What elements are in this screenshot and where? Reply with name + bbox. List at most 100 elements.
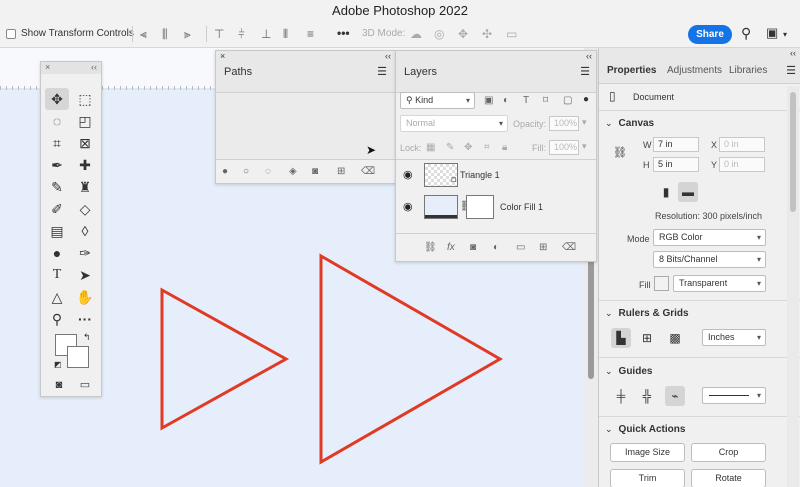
panel-menu-icon[interactable]: ☰ — [580, 65, 590, 78]
quick-mask-icon[interactable]: ◙ — [47, 374, 71, 396]
load-selection-icon[interactable]: ◌ — [265, 166, 271, 178]
layer-row[interactable]: ◉ ⌑ Triangle 1 — [396, 160, 596, 191]
dodge-tool-icon[interactable]: ● — [45, 242, 69, 264]
tools-panel-header[interactable]: × ‹‹ — [41, 62, 101, 74]
layer-row[interactable]: ◉ ⛓ Color Fill 1 — [396, 192, 596, 223]
close-icon[interactable]: × — [45, 62, 50, 72]
align-middle-icon[interactable]: ⫩ — [238, 28, 245, 40]
fill-field[interactable]: 100% — [549, 140, 579, 155]
type-filter-icon[interactable]: T — [523, 95, 529, 107]
fill-select[interactable]: Transparent ▾ — [673, 275, 766, 292]
search-icon[interactable]: ⚲ — [741, 26, 751, 40]
image-size-button[interactable]: Image Size — [610, 443, 685, 462]
trash-icon[interactable]: ⌫ — [562, 242, 576, 254]
new-path-icon[interactable]: ⊞ — [337, 166, 345, 178]
chevron-down-icon[interactable]: ▾ — [783, 29, 787, 41]
link-proportions-icon[interactable]: ⛓ — [613, 146, 627, 159]
x-field[interactable]: 0 in — [719, 137, 765, 152]
panel-menu-icon[interactable]: ☰ — [786, 64, 796, 77]
filter-toggle-icon[interactable]: ● — [583, 94, 589, 106]
zoom-tool-icon[interactable]: ⚲ — [45, 308, 69, 330]
chevron-down-icon[interactable]: ▾ — [582, 117, 587, 128]
show-transform-checkbox[interactable] — [6, 29, 16, 39]
blend-mode-select[interactable]: Normal ▾ — [400, 115, 508, 132]
properties-scrollbar[interactable] — [787, 86, 799, 487]
guide-style-select[interactable]: ▾ — [702, 387, 766, 404]
hand-tool-icon[interactable]: ✋ — [73, 286, 97, 308]
crop-button[interactable]: Crop — [691, 443, 766, 462]
make-workpath-icon[interactable]: ◈ — [289, 166, 297, 178]
new-layer-icon[interactable]: ⊞ — [539, 242, 547, 254]
align-left-icon[interactable]: ⫷ — [140, 28, 147, 40]
share-button[interactable]: Share — [688, 25, 732, 44]
fx-icon[interactable]: fx — [447, 242, 455, 254]
eyedropper-tool-icon[interactable]: ✒ — [45, 154, 69, 176]
smart-guides-icon[interactable]: ⌁ — [665, 386, 685, 406]
align-bottom-icon[interactable]: ⊥ — [261, 28, 271, 40]
type-tool-icon[interactable]: T — [45, 264, 69, 286]
pen-tool-icon[interactable]: ✑ — [73, 242, 97, 264]
stamp-tool-icon[interactable]: ♜ — [73, 176, 97, 198]
visibility-eye-icon[interactable]: ◉ — [403, 201, 413, 213]
workspace-icon[interactable]: ▣ — [766, 26, 778, 39]
canvas-section-title[interactable]: ⌄ Canvas — [605, 118, 654, 129]
fill-swatch[interactable] — [654, 276, 669, 291]
more-options-icon[interactable]: ••• — [337, 27, 350, 39]
landscape-icon[interactable]: ▬ — [678, 182, 698, 202]
rulers-section-title[interactable]: ⌄ Rulers & Grids — [605, 308, 689, 319]
more-tools-icon[interactable]: ··· — [73, 308, 97, 330]
shape-tool-icon[interactable]: △ — [45, 286, 69, 308]
trash-icon[interactable]: ⌫ — [361, 166, 375, 178]
portrait-icon[interactable]: ▮ — [656, 182, 676, 202]
scrollbar-thumb[interactable] — [790, 92, 796, 212]
collapse-icon[interactable]: ‹‹ — [790, 48, 796, 58]
trim-button[interactable]: Trim — [610, 469, 685, 487]
frame-tool-icon[interactable]: ⊠ — [73, 132, 97, 154]
lock-position-icon[interactable]: ✥ — [464, 142, 472, 154]
align-top-icon[interactable]: ⊤ — [214, 28, 224, 40]
pixel-filter-icon[interactable]: ▣ — [484, 95, 493, 107]
history-brush-tool-icon[interactable]: ✐ — [45, 198, 69, 220]
3d-slide-icon[interactable]: ✣ — [482, 28, 492, 40]
lock-paint-icon[interactable]: ✎ — [446, 142, 454, 154]
layer-mask-thumbnail[interactable] — [466, 195, 494, 219]
distribute-icon[interactable]: ⫴ — [283, 28, 288, 40]
tab-properties[interactable]: Properties — [607, 65, 656, 76]
color-mode-select[interactable]: RGB Color ▾ — [653, 229, 766, 246]
bit-depth-select[interactable]: 8 Bits/Channel ▾ — [653, 251, 766, 268]
healing-tool-icon[interactable]: ✚ — [73, 154, 97, 176]
marquee-tool-icon[interactable]: ⬚ — [73, 88, 97, 110]
lock-all-icon[interactable]: 🔒︎ — [502, 142, 507, 154]
smart-object-filter-icon[interactable]: ▢ — [563, 95, 572, 107]
grid-icon[interactable]: ⊞ — [637, 328, 657, 348]
object-select-tool-icon[interactable]: ◰ — [73, 110, 97, 132]
align-right-icon[interactable]: ⫸ — [184, 28, 191, 40]
lock-guides-icon[interactable]: ╬ — [637, 386, 657, 406]
ruler-icon[interactable]: ▙ — [611, 328, 631, 348]
stroke-path-icon[interactable]: ○ — [243, 166, 249, 178]
distribute-v-icon[interactable]: ≡ — [307, 28, 314, 40]
link-layers-icon[interactable]: ⛓ — [424, 242, 437, 254]
panel-menu-icon[interactable]: ☰ — [377, 65, 387, 78]
gradient-tool-icon[interactable]: ▤ — [45, 220, 69, 242]
collapse-icon[interactable]: ‹‹ — [385, 51, 391, 61]
adjustment-layer-icon[interactable]: ◐ — [493, 242, 499, 254]
move-tool-icon[interactable]: ✥ — [45, 88, 69, 110]
adjustment-filter-icon[interactable]: ◐ — [503, 95, 509, 107]
tab-layers[interactable]: Layers — [404, 66, 437, 78]
lock-pixels-icon[interactable]: ▦ — [426, 142, 435, 154]
brush-tool-icon[interactable]: ✎ — [45, 176, 69, 198]
height-field[interactable]: 5 in — [653, 157, 699, 172]
screen-mode-icon[interactable]: ▭ — [73, 374, 97, 396]
visibility-eye-icon[interactable]: ◉ — [403, 169, 413, 181]
swap-colors-icon[interactable]: ↰ — [83, 332, 91, 343]
collapse-icon[interactable]: ‹‹ — [91, 62, 97, 72]
add-mask-icon[interactable]: ◙ — [470, 242, 476, 254]
crop-tool-icon[interactable]: ⌗ — [45, 132, 69, 154]
guides-icon[interactable]: ╪ — [611, 386, 631, 406]
width-field[interactable]: 7 in — [653, 137, 699, 152]
opacity-field[interactable]: 100% — [549, 116, 579, 131]
tab-paths[interactable]: Paths — [224, 66, 252, 78]
eraser-tool-icon[interactable]: ◇ — [73, 198, 97, 220]
shape-filter-icon[interactable]: ⌑ — [543, 95, 548, 107]
